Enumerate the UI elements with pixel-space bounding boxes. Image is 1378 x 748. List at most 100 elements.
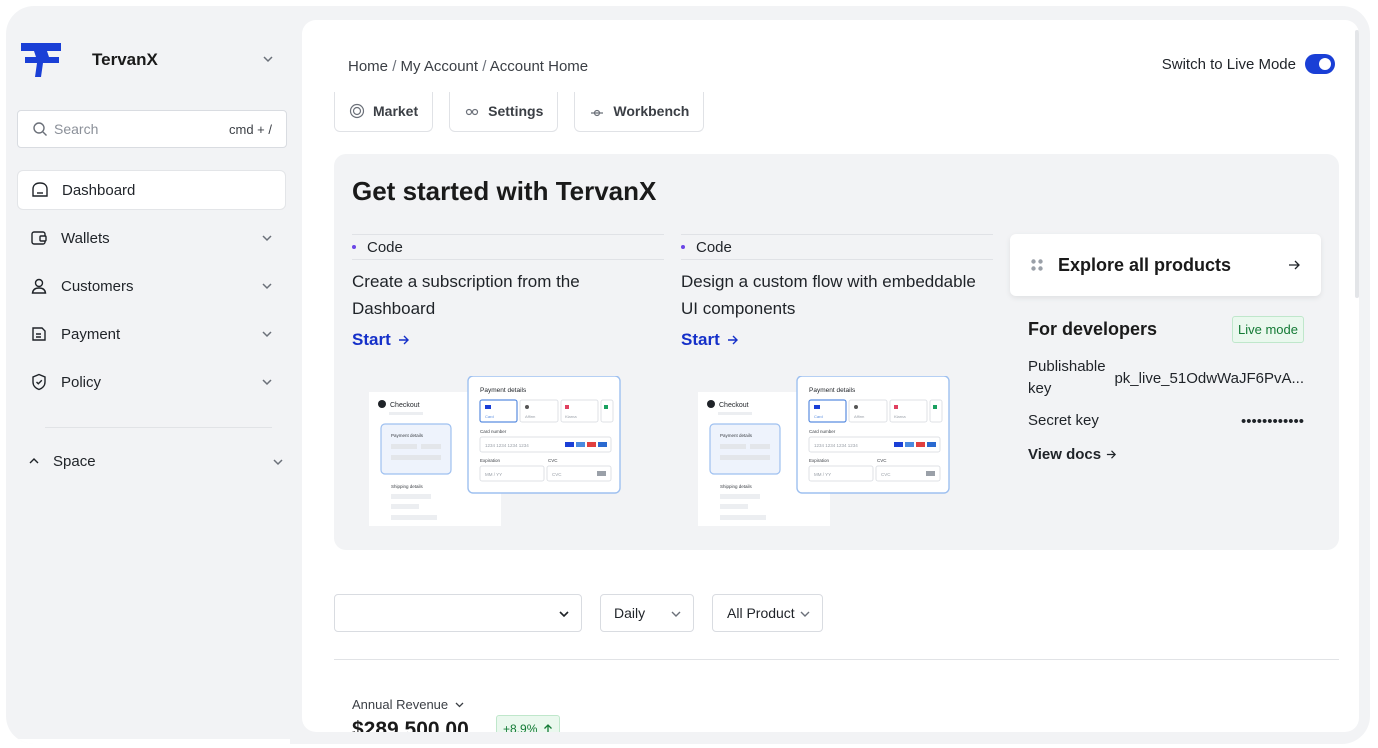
sidebar: TervanX Search cmd + / Dashboard Wallets… — [6, 6, 302, 744]
payment-details-label: Payment details — [480, 387, 527, 394]
start-link[interactable]: Start — [352, 330, 664, 350]
breadcrumb-my-account[interactable]: My Account — [401, 58, 479, 75]
start-label: Start — [352, 330, 391, 349]
cvc-label: CVC — [877, 458, 887, 463]
arrow-right-icon — [398, 335, 409, 345]
live-mode-toggle[interactable] — [1305, 54, 1335, 74]
search-input[interactable]: Search cmd + / — [17, 110, 287, 148]
sidebar-bottom — [18, 739, 290, 744]
card-tag-label: Code — [367, 238, 403, 256]
sidebar-item-policy[interactable]: Policy — [17, 362, 286, 402]
tab-market[interactable]: Market — [334, 92, 434, 132]
live-mode-badge: Live mode — [1232, 315, 1304, 343]
settings-icon — [466, 108, 479, 116]
annual-revenue-selector[interactable]: Annual Revenue — [352, 697, 465, 712]
filter-bar: Daily All Product — [334, 594, 823, 634]
live-mode-switch[interactable]: Switch to Live Mode — [1162, 54, 1335, 74]
user-icon — [31, 278, 47, 294]
developers-title: For developers — [1028, 318, 1158, 339]
wallet-icon — [31, 231, 47, 245]
payment-details-label: Payment details — [809, 387, 856, 394]
period-select[interactable]: Daily — [600, 594, 694, 632]
home-icon — [32, 182, 48, 197]
sidebar-item-customers[interactable]: Customers — [17, 266, 286, 306]
sidebar-item-label: Space — [53, 452, 96, 470]
sidebar-item-label: Dashboard — [62, 181, 136, 199]
tab-workbench[interactable]: Workbench — [574, 92, 705, 132]
publishable-key-label: Publishable key — [1028, 358, 1106, 397]
product-select[interactable]: All Product — [712, 594, 823, 632]
view-docs-link[interactable]: View docs — [1028, 446, 1304, 463]
publishable-key-row: Publishable key pk_live_51OdwWaJF6PvA... — [1028, 356, 1304, 400]
tab-label: Market — [373, 103, 419, 119]
checkout-illustration: Checkout Payment details Shipping detail… — [698, 376, 950, 526]
start-label: Start — [681, 330, 720, 349]
cvc-value: CVC — [552, 472, 562, 477]
logo-icon — [21, 43, 61, 77]
app-frame: TervanX Search cmd + / Dashboard Wallets… — [6, 6, 1370, 744]
tab-label: Workbench — [613, 103, 690, 119]
card-description: Design a custom flow with embeddable UI … — [681, 272, 976, 318]
sidebar-item-label: Wallets — [61, 229, 110, 247]
revenue-delta-badge: +8.9% — [496, 715, 561, 732]
brand-switcher[interactable]: TervanX — [19, 40, 287, 80]
explore-products-button[interactable]: Explore all products — [1010, 234, 1321, 296]
breadcrumb-home[interactable]: Home — [348, 58, 388, 75]
shipping-label: Shipping details — [391, 484, 424, 489]
account-select[interactable] — [334, 594, 582, 632]
brand-name: TervanX — [92, 50, 158, 69]
chevron-up-icon — [29, 458, 39, 464]
card-tag: Code — [681, 234, 993, 260]
shield-check-icon — [32, 373, 46, 391]
card-tag: Code — [352, 234, 664, 260]
revenue-delta: +8.9% — [503, 722, 538, 732]
card-number-label: Card number — [480, 429, 507, 434]
card-number-label: Card number — [809, 429, 836, 434]
method-card-label: Card — [814, 414, 823, 419]
period-value: Daily — [614, 605, 646, 621]
sidebar-item-dashboard[interactable]: Dashboard — [17, 170, 286, 210]
checkout-label: Checkout — [719, 402, 749, 409]
chevron-down-icon — [800, 611, 810, 617]
breadcrumb-account-home: Account Home — [489, 58, 589, 75]
section-divider — [334, 659, 1339, 660]
chevron-down-icon — [262, 331, 272, 338]
view-docs-label: View docs — [1028, 446, 1102, 463]
grid-dots-icon — [1031, 259, 1043, 271]
arrow-up-icon — [544, 724, 553, 732]
get-started-title: Get started with TervanX — [352, 176, 657, 206]
tab-settings[interactable]: Settings — [449, 92, 559, 132]
chevron-down-icon — [455, 702, 464, 708]
checkout-label: Checkout — [390, 402, 420, 409]
search-icon — [33, 122, 47, 136]
method-klarna-label: Klarna — [894, 414, 906, 419]
secret-key-value[interactable]: •••••••••••• — [1241, 413, 1304, 430]
revenue-value: $289,500.00 — [352, 718, 469, 732]
method-affirm-label: Affirm — [525, 414, 536, 419]
secret-key-row: Secret key •••••••••••• — [1028, 410, 1304, 432]
developers-section: For developers Live mode Publishable key… — [1028, 314, 1304, 463]
chevron-down-icon — [262, 379, 272, 386]
start-link[interactable]: Start — [681, 330, 993, 350]
tab-label: Settings — [488, 103, 544, 119]
chevron-down-icon — [262, 283, 272, 290]
secret-key-label: Secret key — [1028, 412, 1099, 429]
checkout-illustration: Checkout Payment details Shipping detail… — [369, 376, 621, 526]
market-icon — [349, 103, 365, 119]
arrow-right-icon — [1289, 260, 1300, 270]
scrollbar[interactable] — [1355, 30, 1359, 298]
expiration-label: Expiration — [480, 458, 501, 463]
explore-label: Explore all products — [1058, 254, 1232, 275]
chevron-down-icon — [273, 459, 283, 466]
product-value: All Product — [727, 605, 795, 621]
card-number-value: 1234 1234 1234 1234 — [814, 443, 858, 448]
publishable-key-value[interactable]: pk_live_51OdwWaJF6PvA... — [1114, 370, 1304, 387]
sidebar-divider — [45, 427, 272, 428]
cvc-label: CVC — [548, 458, 558, 463]
get-started-card: Code Create a subscription from the Dash… — [352, 234, 664, 350]
card-number-value: 1234 1234 1234 1234 — [485, 443, 529, 448]
sidebar-item-wallets[interactable]: Wallets — [17, 218, 286, 258]
card-tag-label: Code — [696, 238, 732, 256]
sidebar-item-payment[interactable]: Payment — [17, 314, 286, 354]
sidebar-item-space[interactable]: Space — [28, 446, 286, 476]
